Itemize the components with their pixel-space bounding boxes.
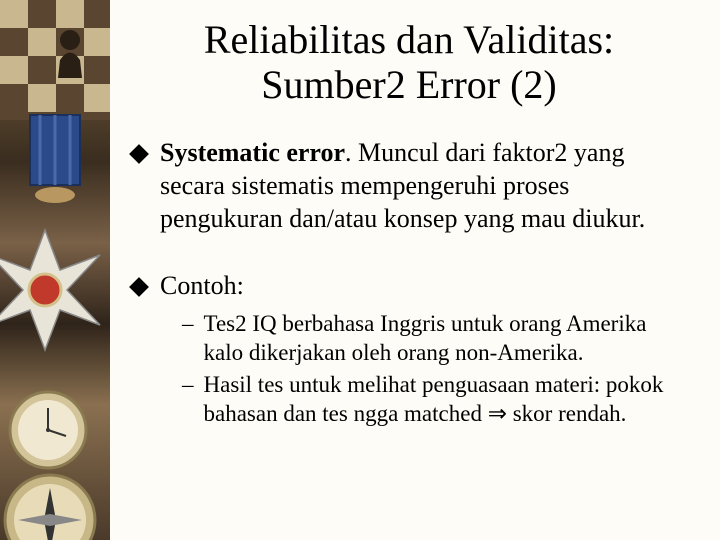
sub-item-2: – Hasil tes untuk melihat penguasaan mat… <box>182 370 690 429</box>
bullet-1-text: Systematic error. Muncul dari faktor2 ya… <box>160 136 690 236</box>
dash-icon: – <box>182 370 194 399</box>
title-line-2: Sumber2 Error (2) <box>261 62 556 107</box>
sub-item-1-text: Tes2 IQ berbahasa Inggris untuk orang Am… <box>204 309 691 368</box>
sidebar-art <box>0 0 110 540</box>
decorative-sidebar <box>0 0 110 540</box>
sub-list: – Tes2 IQ berbahasa Inggris untuk orang … <box>182 309 690 429</box>
bullet-2: Contoh: – Tes2 IQ berbahasa Inggris untu… <box>128 269 690 428</box>
slide-title: Reliabilitas dan Validitas: Sumber2 Erro… <box>128 18 690 108</box>
title-line-1: Reliabilitas dan Validitas: <box>204 17 614 62</box>
bullet-1: Systematic error. Muncul dari faktor2 ya… <box>128 136 690 236</box>
diamond-bullet-icon <box>129 144 149 164</box>
bullet-2-text: Contoh: <box>160 269 690 302</box>
slide-content: Reliabilitas dan Validitas: Sumber2 Erro… <box>110 0 720 540</box>
sub-item-2-text: Hasil tes untuk melihat penguasaan mater… <box>204 370 691 429</box>
sub-item-1: – Tes2 IQ berbahasa Inggris untuk orang … <box>182 309 690 368</box>
implies-arrow-icon: ⇒ <box>488 401 507 426</box>
bullet-1-bold: Systematic error <box>160 138 345 167</box>
dash-icon: – <box>182 309 194 338</box>
diamond-bullet-icon <box>129 277 149 297</box>
